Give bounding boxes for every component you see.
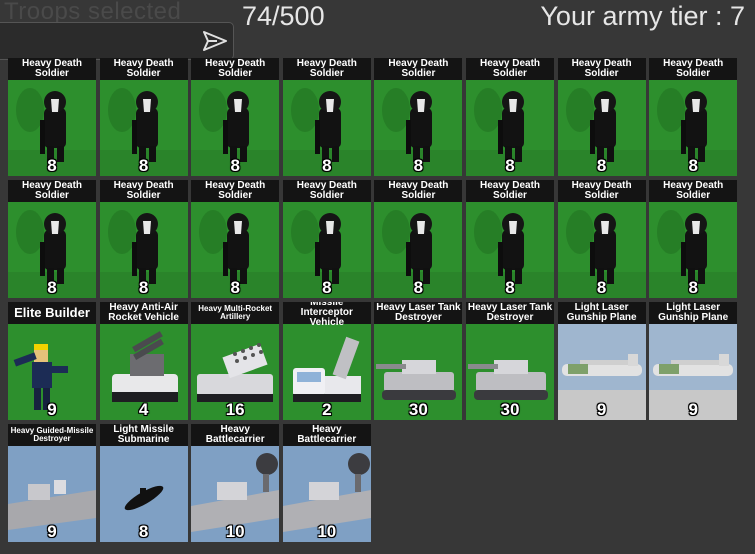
unit-name: Heavy Anti-Air Rocket Vehicle bbox=[99, 302, 188, 324]
unit-name: Heavy Death Soldier bbox=[191, 180, 280, 202]
unit-tile[interactable]: Heavy Death Soldier 8 bbox=[191, 58, 280, 176]
unit-price: 10 bbox=[317, 522, 337, 541]
unit-name: Heavy Laser Tank Destroyer bbox=[466, 302, 554, 324]
unit-price: 30 bbox=[408, 400, 428, 419]
unit-price: 8 bbox=[47, 278, 57, 297]
unit-tile[interactable]: Heavy Anti-Air Rocket Vehicle 4 bbox=[99, 302, 188, 420]
unit-price: 8 bbox=[230, 156, 240, 175]
unit-name: Heavy Death Soldier bbox=[557, 58, 646, 80]
unit-tile[interactable]: Missile Interceptor Vehicle 2 bbox=[282, 302, 371, 420]
unit-name: Heavy Death Soldier bbox=[466, 180, 554, 202]
unit-name: Heavy Death Soldier bbox=[466, 58, 554, 80]
unit-name: Heavy Guided-Missile Destroyer bbox=[8, 424, 96, 446]
unit-tile[interactable]: Heavy Battlecarrier 10 bbox=[191, 424, 280, 542]
unit-price: 2 bbox=[322, 400, 332, 419]
unit-name: Heavy Death Soldier bbox=[282, 180, 371, 202]
unit-name: Elite Builder bbox=[8, 302, 96, 324]
chat-input-box[interactable] bbox=[0, 22, 234, 60]
unit-name: Heavy Death Soldier bbox=[649, 58, 738, 80]
unit-price: 8 bbox=[688, 156, 698, 175]
unit-tile[interactable]: Heavy Death Soldier 8 bbox=[557, 58, 646, 176]
unit-tile[interactable]: Heavy Death Soldier 8 bbox=[374, 180, 463, 298]
unit-name: Heavy Death Soldier bbox=[282, 58, 371, 80]
unit-tile[interactable]: Heavy Death Soldier 8 bbox=[282, 180, 371, 298]
army-tier-label: Your army tier : 7 bbox=[540, 1, 745, 31]
unit-name: Light Laser Gunship Plane bbox=[649, 302, 738, 324]
unit-tile[interactable]: Light Missile Submarine 8 bbox=[99, 424, 188, 542]
unit-tile[interactable]: Heavy Death Soldier 8 bbox=[557, 180, 646, 298]
unit-tile[interactable]: Heavy Laser Tank Destroyer 30 bbox=[466, 302, 554, 420]
unit-price: 8 bbox=[230, 278, 240, 297]
send-arrow-icon[interactable] bbox=[203, 31, 227, 51]
unit-price: 8 bbox=[688, 278, 698, 297]
unit-name: Heavy Death Soldier bbox=[8, 58, 96, 80]
unit-price: 8 bbox=[322, 278, 332, 297]
unit-tile[interactable]: Heavy Battlecarrier 10 bbox=[282, 424, 371, 542]
unit-price: 8 bbox=[138, 278, 149, 297]
unit-tile[interactable]: Heavy Death Soldier 8 bbox=[649, 180, 738, 298]
unit-tile[interactable]: Heavy Guided-Missile Destroyer 9 bbox=[8, 424, 96, 542]
unit-name: Heavy Battlecarrier bbox=[282, 424, 371, 446]
unit-price: 8 bbox=[596, 156, 607, 175]
unit-tile[interactable]: Heavy Death Soldier 8 bbox=[466, 58, 554, 176]
unit-tile[interactable]: Heavy Death Soldier 8 bbox=[99, 58, 188, 176]
unit-name: Missile Interceptor Vehicle bbox=[282, 302, 371, 328]
unit-price: 8 bbox=[47, 156, 57, 175]
unit-name: Heavy Death Soldier bbox=[374, 58, 463, 80]
unit-tile[interactable]: Heavy Multi-Rocket Artillery 16 bbox=[191, 302, 280, 420]
unit-price: 9 bbox=[47, 522, 57, 541]
unit-tile[interactable]: Light Laser Gunship Plane 9 bbox=[557, 302, 646, 420]
unit-price: 8 bbox=[505, 156, 515, 175]
unit-name: Heavy Laser Tank Destroyer bbox=[374, 302, 463, 324]
unit-tile[interactable]: Heavy Death Soldier 8 bbox=[466, 180, 554, 298]
unit-price: 8 bbox=[413, 156, 424, 175]
unit-tile[interactable]: Heavy Death Soldier 8 bbox=[99, 180, 188, 298]
unit-name: Heavy Death Soldier bbox=[99, 180, 188, 202]
unit-price: 9 bbox=[47, 400, 57, 419]
unit-price: 9 bbox=[596, 400, 607, 419]
unit-name: Heavy Death Soldier bbox=[557, 180, 646, 202]
unit-name: Heavy Death Soldier bbox=[99, 58, 188, 80]
unit-price: 8 bbox=[596, 278, 607, 297]
unit-name: Light Missile Submarine bbox=[99, 424, 188, 446]
unit-tile[interactable]: Heavy Laser Tank Destroyer 30 bbox=[374, 302, 463, 420]
unit-price: 8 bbox=[138, 522, 149, 541]
unit-price: 16 bbox=[225, 400, 245, 419]
unit-tile[interactable]: Heavy Death Soldier 8 bbox=[374, 58, 463, 176]
unit-name: Heavy Death Soldier bbox=[374, 180, 463, 202]
unit-price: 10 bbox=[225, 522, 245, 541]
unit-name: Heavy Death Soldier bbox=[649, 180, 738, 202]
unit-price: 8 bbox=[505, 278, 515, 297]
unit-tile[interactable]: Elite Builder 9 bbox=[8, 302, 96, 420]
unit-price: 4 bbox=[138, 400, 149, 419]
unit-tile[interactable]: Heavy Death Soldier 8 bbox=[649, 58, 738, 176]
unit-tile[interactable]: Light Laser Gunship Plane 9 bbox=[649, 302, 738, 420]
unit-price: 9 bbox=[688, 400, 698, 419]
troop-count: 74/500 bbox=[242, 1, 325, 31]
unit-tile[interactable]: Heavy Death Soldier 8 bbox=[191, 180, 280, 298]
unit-name: Heavy Death Soldier bbox=[191, 58, 280, 80]
unit-tile[interactable]: Heavy Death Soldier 8 bbox=[282, 58, 371, 176]
unit-tile[interactable]: Heavy Death Soldier 8 bbox=[8, 180, 96, 298]
unit-price: 8 bbox=[413, 278, 424, 297]
unit-name: Heavy Multi-Rocket Artillery bbox=[191, 302, 280, 324]
unit-price: 30 bbox=[500, 400, 520, 419]
unit-name: Heavy Death Soldier bbox=[8, 180, 96, 202]
unit-name: Light Laser Gunship Plane bbox=[557, 302, 646, 324]
unit-tile[interactable]: Heavy Death Soldier 8 bbox=[8, 58, 96, 176]
unit-price: 8 bbox=[322, 156, 332, 175]
unit-price: 8 bbox=[138, 156, 149, 175]
unit-name: Heavy Battlecarrier bbox=[191, 424, 280, 446]
